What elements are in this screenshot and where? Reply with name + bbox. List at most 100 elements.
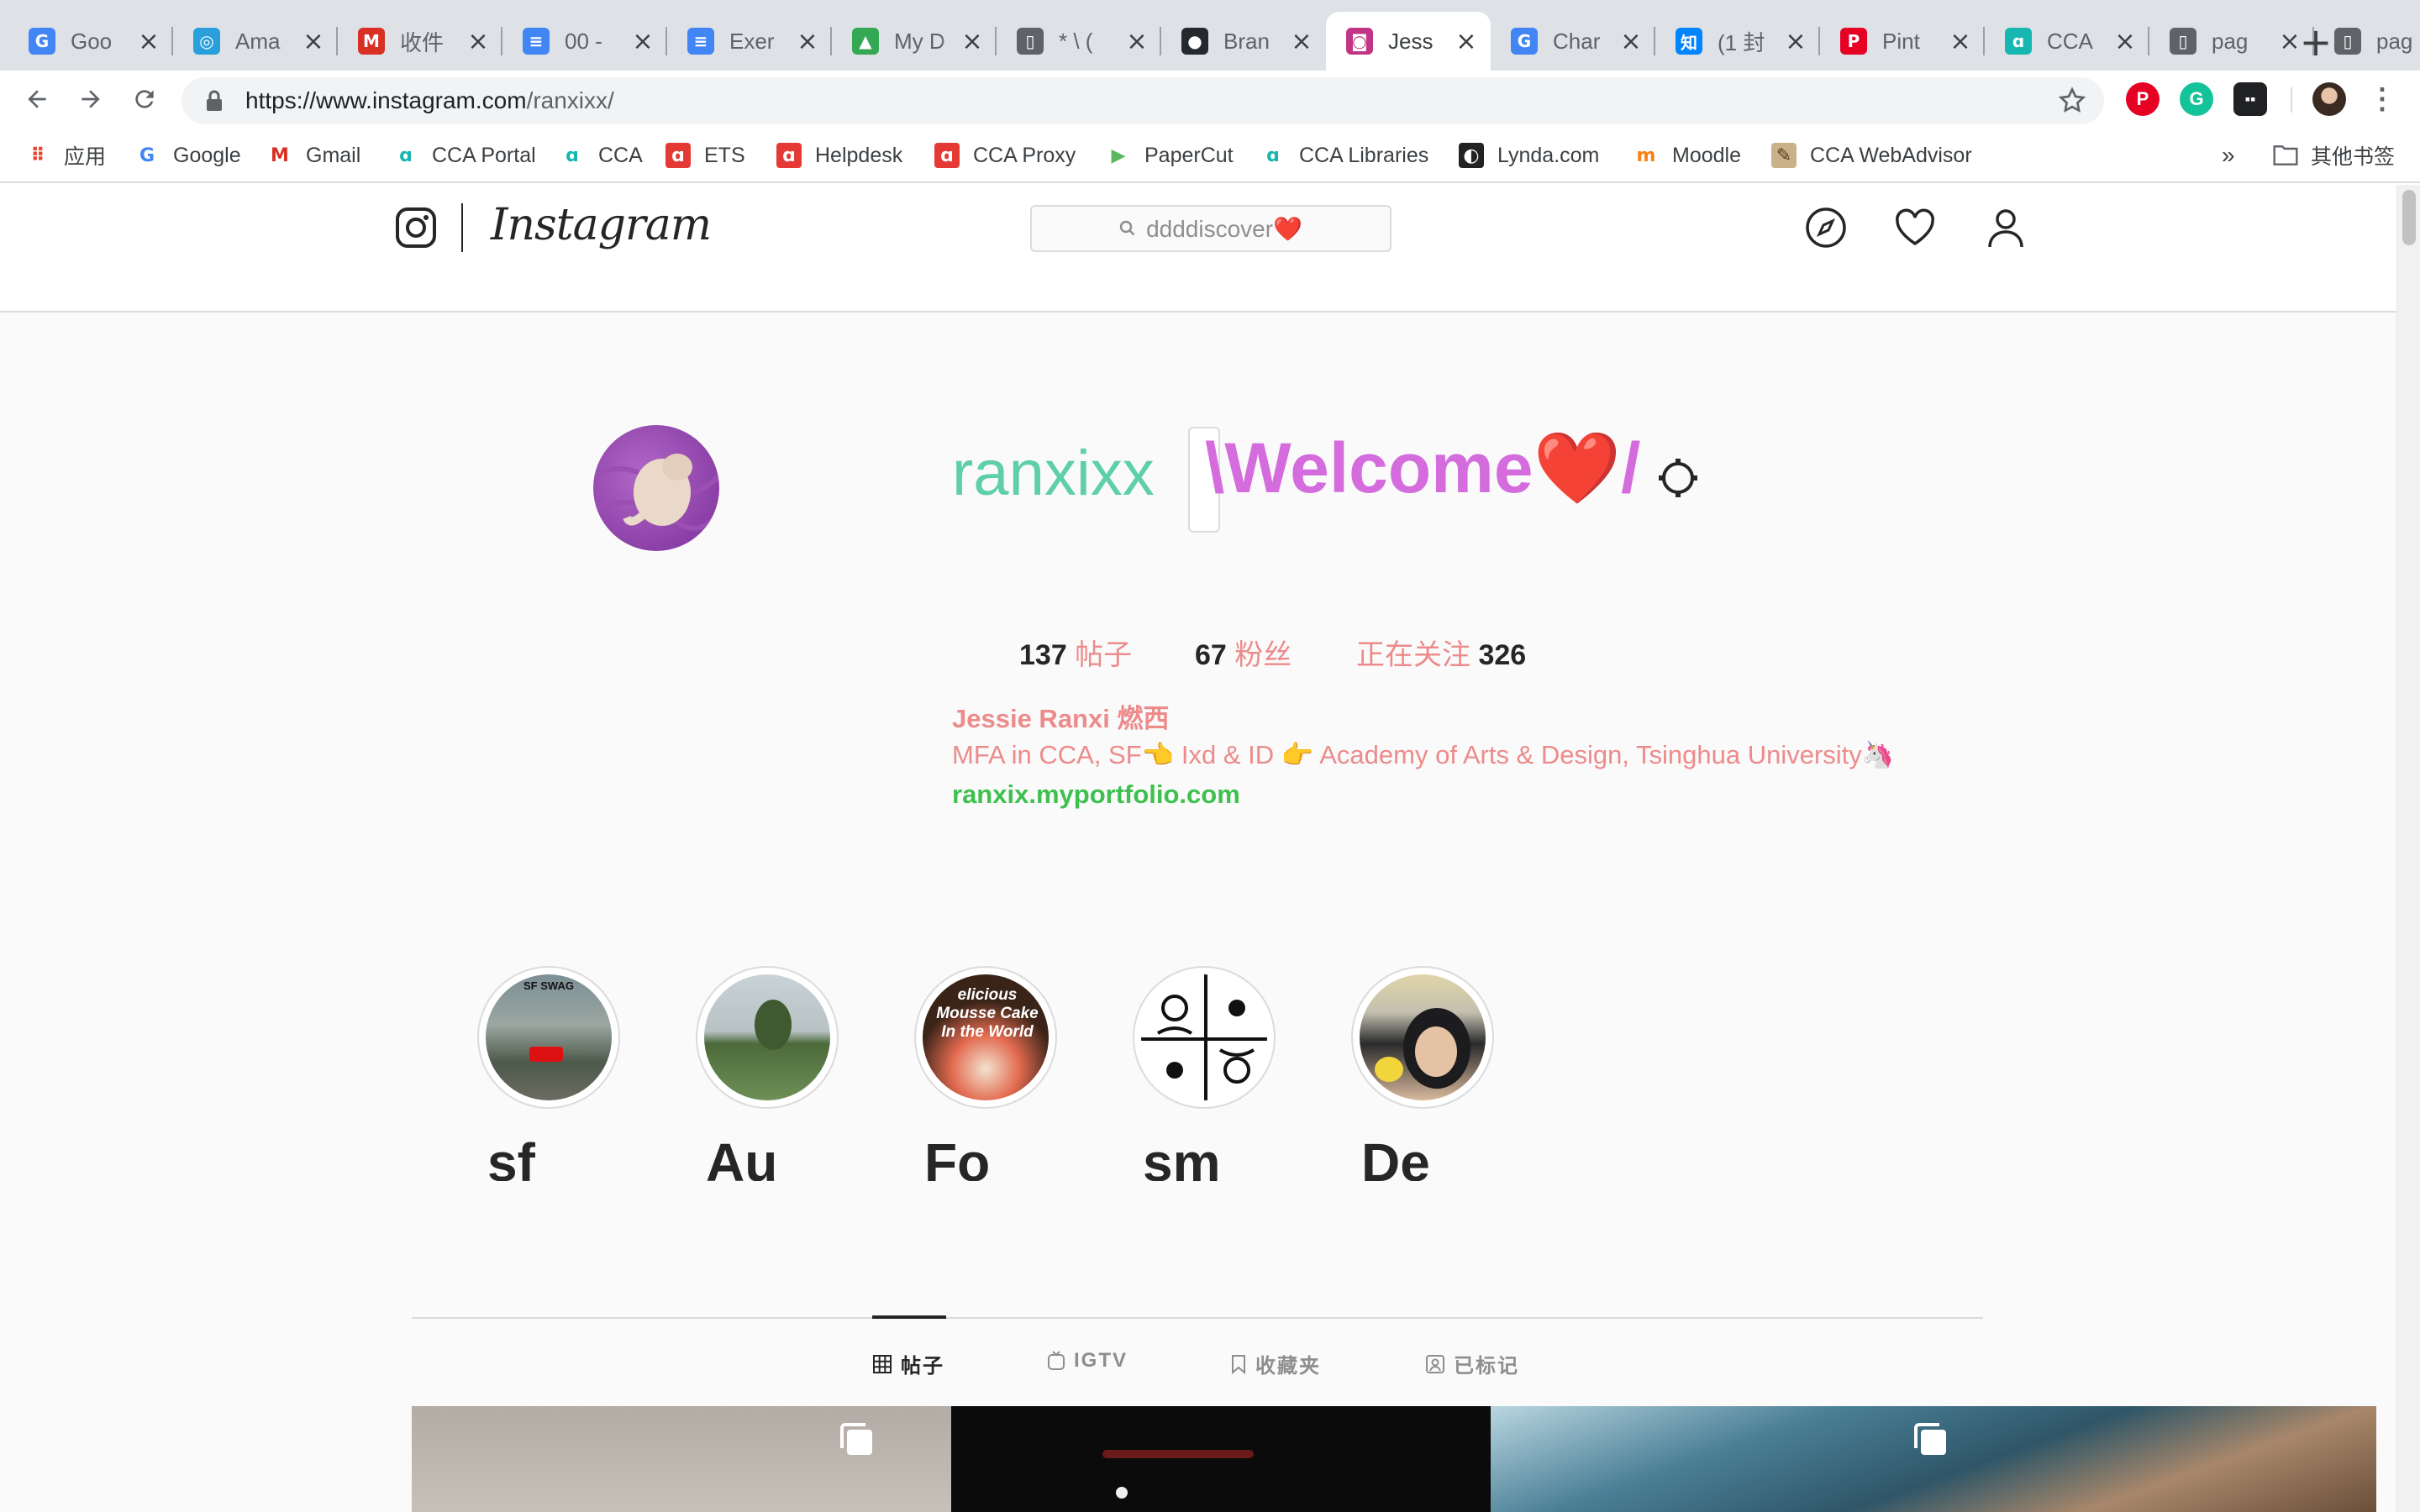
browser-tab-label: Jess [1388,28,1434,54]
bookmark-item[interactable]: ⠿ 应用 [25,139,106,171]
instagram-camera-icon[interactable] [395,207,437,249]
bookmark-label: Lynda.com [1497,143,1600,167]
browser-tab[interactable]: G Goo × [8,12,173,71]
bookmark-item[interactable]: ɑ Helpdesk [776,139,902,171]
browser-tab-label: Bran [1223,28,1270,54]
close-tab-icon[interactable]: × [795,27,820,56]
bookmark-label: PaperCut [1144,143,1234,167]
close-tab-icon[interactable]: × [1124,27,1150,56]
browser-tab[interactable]: ▯pag× [2149,12,2314,71]
pinterest-extension-icon[interactable]: P [2126,82,2160,116]
browser-tab[interactable]: M 收件 × [338,12,502,71]
bookmarks-overflow-button[interactable]: » [2222,139,2235,171]
cca-red-icon: ɑ [934,143,960,168]
bookmark-item[interactable]: m Moodle [1634,139,1741,171]
bookmark-icon [1232,1354,1245,1374]
other-bookmarks-folder[interactable]: 其他书签 [2272,139,2395,171]
bookmark-star-icon[interactable] [2057,86,2087,116]
highlight-de[interactable]: De [1351,966,1494,1181]
bookmark-item[interactable]: ✎ CCA WebAdvisor [1771,139,1972,171]
highlight-label: Fo [924,1132,991,1181]
close-tab-icon[interactable]: × [1948,27,1973,56]
bookmark-item[interactable]: ɑ CCA Proxy [934,139,1076,171]
post-thumbnail[interactable] [1491,1406,2376,1512]
close-tab-icon[interactable]: × [2112,27,2138,56]
browser-tab[interactable]: 知 (1 封 × [1655,12,1820,71]
url-path: /ranxixx/ [526,87,614,113]
bookmark-item[interactable]: ɑ CCA Portal [393,139,536,171]
tab-igtv[interactable]: IGTV [1047,1349,1128,1373]
activity-heart-icon[interactable] [1892,205,1938,250]
zhihu-icon: 知 [1676,28,1702,55]
menu-kebab-icon[interactable]: ⋮ [2368,82,2396,116]
search-input[interactable]: ddddiscover❤️ [1030,205,1392,252]
close-tab-icon[interactable]: × [960,27,985,56]
bookmark-item[interactable]: ɑ CCA Libraries [1260,139,1428,171]
tab-posts[interactable]: 帖子 [872,1349,944,1378]
post-thumbnail[interactable] [951,1406,1491,1512]
back-button[interactable] [17,79,57,119]
highlight-sm[interactable]: sm [1133,966,1276,1181]
post-thumbnail[interactable] [412,1406,951,1512]
tab-tagged[interactable]: 已标记 [1425,1349,1519,1378]
extension-icon[interactable]: ▪▪ [2233,82,2267,116]
following-label: 正在关注 [1356,639,1470,671]
browser-tab[interactable]: ● Bran × [1161,12,1326,71]
profile-person-icon[interactable] [1983,205,2028,250]
highlight-ring: SF SWAG [477,966,620,1109]
explore-compass-icon[interactable] [1803,205,1849,250]
browser-tab[interactable]: ▯ * \ (× [997,12,1161,71]
new-tab-button[interactable]: + [2292,18,2339,66]
close-tab-icon[interactable]: × [1618,27,1644,56]
highlight-cover [704,974,830,1100]
cca-icon: ɑ [1266,144,1280,166]
tab-saved[interactable]: 收藏夹 [1230,1349,1321,1378]
followers-stat[interactable]: 67 粉丝 [1195,632,1292,673]
following-stat[interactable]: 正在关注 326 [1356,632,1526,673]
red-light-shape [1102,1450,1254,1458]
browser-tab[interactable]: ▲ My D × [832,12,997,71]
browser-tab[interactable]: G Char × [1491,12,1655,71]
igtv-icon [1048,1351,1065,1370]
grammarly-extension-icon[interactable]: G [2180,82,2213,116]
forward-button[interactable] [71,79,111,119]
close-tab-icon[interactable]: × [466,27,491,56]
browser-tab-label: 00 - [565,28,602,54]
highlight-fo[interactable]: elicious Mousse Cake In the World Fo [914,966,1057,1181]
bookmark-item[interactable]: ɑ ETS [666,139,745,171]
bookmark-label: CCA [598,143,643,167]
instagram-wordmark[interactable]: Instagram [491,200,712,250]
bookmark-item[interactable]: M Gmail [267,139,360,171]
highlight-sf[interactable]: SF SWAG sf [477,966,620,1181]
scrollbar-thumb[interactable] [2402,190,2416,245]
browser-tab-label: 收件 [400,29,445,55]
browser-tab[interactable]: ◎ Ama × [173,12,338,71]
close-tab-icon[interactable]: × [136,27,161,56]
profile-avatar[interactable] [593,425,719,551]
close-tab-icon[interactable]: × [630,27,655,56]
address-bar[interactable]: https://www.instagram.com/ranxixx/ [182,77,2104,124]
close-tab-icon[interactable]: × [1783,27,1808,56]
browser-tab[interactable]: P Pint × [1820,12,1985,71]
browser-tab[interactable]: ≡ Exer × [667,12,832,71]
bookmark-item[interactable]: ▶ PaperCut [1106,139,1234,171]
close-tab-icon[interactable]: × [301,27,326,56]
face-shape [1415,1026,1457,1077]
browser-tab[interactable]: ɑ CCA × [1985,12,2149,71]
page-scrollbar[interactable] [2396,185,2420,1512]
bookmark-item[interactable]: G Google [134,139,241,171]
bookmark-item[interactable]: ɑ CCA [560,139,643,171]
bookmark-label: CCA Libraries [1299,143,1429,167]
browser-tab-label: CCA [2047,28,2093,54]
close-tab-icon[interactable]: × [1454,27,1479,56]
profile-website-link[interactable]: ranxix.myportfolio.com [952,780,1240,810]
reload-button[interactable] [124,79,165,119]
tab-tagged-label: 已标记 [1454,1355,1519,1378]
bookmark-item[interactable]: ◐ Lynda.com [1459,139,1599,171]
settings-gear-icon[interactable] [1657,457,1699,499]
profile-avatar-icon[interactable] [2312,82,2346,116]
close-tab-icon[interactable]: × [1289,27,1314,56]
browser-tab[interactable]: ≡ 00 - × [502,12,667,71]
highlight-au[interactable]: Au [696,966,839,1181]
browser-tab[interactable]: ◙ Jess × [1326,12,1491,71]
